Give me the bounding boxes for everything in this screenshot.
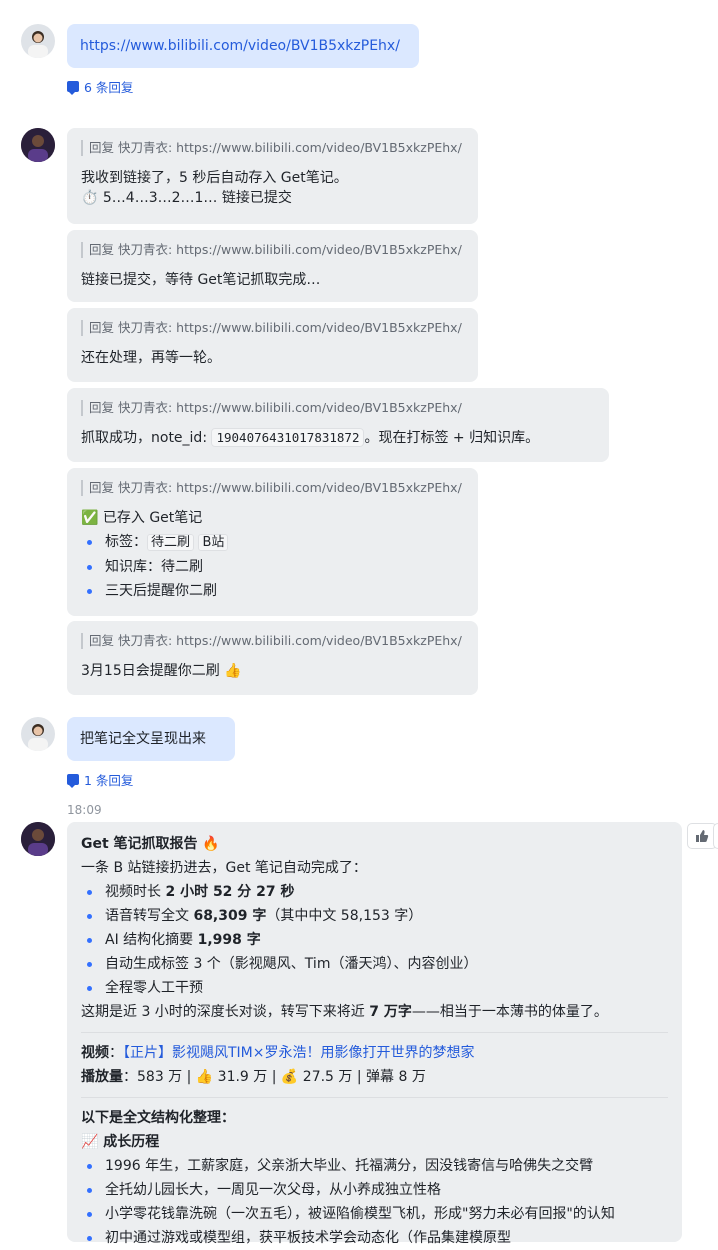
divider xyxy=(81,1032,668,1033)
report-stats-list: 视频时长 2 小时 52 分 27 秒 语音转写全文 68,309 字（其中中文… xyxy=(81,880,668,1000)
bot-reply-bubble[interactable]: 回复 快刀青衣: https://www.bilibili.com/video/… xyxy=(67,388,609,462)
reply-text: 还在处理，再等一轮。 xyxy=(81,350,221,366)
tag-chip: B站 xyxy=(198,534,229,551)
quote-reference: 回复 快刀青衣: https://www.bilibili.com/video/… xyxy=(81,140,464,156)
message-bubble-request[interactable]: 把笔记全文呈现出来 xyxy=(67,717,235,761)
report-bubble[interactable]: Get 笔记抓取报告 🔥 一条 B 站链接扔进去，Get 笔记自动完成了： 视频… xyxy=(67,822,682,1246)
structured-heading: 以下是全文结构化整理： xyxy=(81,1110,235,1126)
reply-count-label: 6 条回复 xyxy=(84,80,134,95)
bot-reply-bubble[interactable]: 回复 快刀青衣: https://www.bilibili.com/video/… xyxy=(67,621,478,695)
video-row: 视频：【正片】影视飓风TIM×罗永浩！用影像打开世界的梦想家 xyxy=(81,1045,475,1061)
note-id-prefix: 抓取成功，note_id: xyxy=(81,430,212,446)
quote-reference: 回复 快刀青衣: https://www.bilibili.com/video/… xyxy=(81,320,464,336)
note-id-suffix: 。现在打标签 + 归知识库。 xyxy=(364,430,540,446)
reply-count-link[interactable]: 1 条回复 xyxy=(67,770,133,789)
saved-title: ✅ 已存入 Get笔记 xyxy=(81,510,203,526)
reply-count-link[interactable]: 6 条回复 xyxy=(67,77,133,96)
reply-text: 抓取成功，note_id: 1904076431017831872 。现在打标签 … xyxy=(81,426,595,450)
request-text: 把笔记全文呈现出来 xyxy=(80,731,206,747)
plays-row: 播放量：583 万 | 👍 31.9 万 | 💰 27.5 万 | 弹幕 8 万 xyxy=(81,1069,426,1085)
report-title: Get 笔记抓取报告 🔥 xyxy=(81,836,220,852)
divider xyxy=(81,1097,668,1098)
list-item: 知识库：待二刷 xyxy=(81,555,464,579)
bot-reply-bubble[interactable]: 回复 快刀青衣: https://www.bilibili.com/video/… xyxy=(67,308,478,382)
quote-reference: 回复 快刀青衣: https://www.bilibili.com/video/… xyxy=(81,242,464,258)
quote-reference: 回复 快刀青衣: https://www.bilibili.com/video/… xyxy=(81,400,595,416)
user-avatar[interactable] xyxy=(21,24,55,58)
section-heading: 📈 成长历程 xyxy=(81,1134,160,1150)
list-item: AI 结构化摘要 1,998 字 xyxy=(81,928,668,952)
saved-details-list: 标签： 待二刷 B站 知识库：待二刷 三天后提醒你二刷 xyxy=(81,530,464,603)
quote-reference: 回复 快刀青衣: https://www.bilibili.com/video/… xyxy=(81,480,464,496)
bot-reply-bubble[interactable]: 回复 快刀青衣: https://www.bilibili.com/video/… xyxy=(67,230,478,302)
growth-list: 1996 年生，工薪家庭，父亲浙大毕业、托福满分，因没钱寄信与哈佛失之交臂 全托… xyxy=(81,1154,668,1250)
reply-text: 链接已提交，等待 Get笔记抓取完成… xyxy=(81,272,321,288)
bot-avatar[interactable] xyxy=(21,822,55,856)
quote-reference: 回复 快刀青衣: https://www.bilibili.com/video/… xyxy=(81,633,464,649)
reply-text: 3月15日会提醒你二刷 👍 xyxy=(81,663,242,679)
user-avatar[interactable] xyxy=(21,717,55,751)
list-item: 1996 年生，工薪家庭，父亲浙大毕业、托福满分，因没钱寄信与哈佛失之交臂 xyxy=(81,1154,668,1178)
list-item: 全托幼儿园长大，一周见一次父母，从小养成独立性格 xyxy=(81,1178,668,1202)
comment-icon xyxy=(67,774,79,788)
list-item: 小学零花钱靠洗碗（一次五毛），被诬陷偷模型飞机，形成"努力未必有回报"的认知 xyxy=(81,1202,668,1226)
bot-avatar[interactable] xyxy=(21,128,55,162)
timestamp: 18:09 xyxy=(67,803,102,817)
thumbs-up-icon xyxy=(696,830,709,842)
list-item: 三天后提醒你二刷 xyxy=(81,579,464,603)
list-item: 视频时长 2 小时 52 分 27 秒 xyxy=(81,880,668,904)
video-link[interactable]: https://www.bilibili.com/video/BV1B5xkzP… xyxy=(80,38,400,54)
message-bubble-link[interactable]: https://www.bilibili.com/video/BV1B5xkzP… xyxy=(67,24,419,68)
report-intro: 一条 B 站链接扔进去，Get 笔记自动完成了： xyxy=(81,860,367,876)
bot-reply-bubble[interactable]: 回复 快刀青衣: https://www.bilibili.com/video/… xyxy=(67,128,478,224)
list-item: 标签： 待二刷 B站 xyxy=(81,530,464,555)
comment-icon xyxy=(67,81,79,95)
note-id-code: 1904076431017831872 xyxy=(211,428,365,447)
list-item: 语音转写全文 68,309 字（其中中文 58,153 字） xyxy=(81,904,668,928)
countdown-line: ⏱️ 5…4…3…2…1… 链接已提交 xyxy=(81,190,292,206)
bot-reply-bubble[interactable]: 回复 快刀青衣: https://www.bilibili.com/video/… xyxy=(67,468,478,616)
reply-count-label: 1 条回复 xyxy=(84,773,134,788)
list-item: 初中通过游戏或模型组，获平板技术学会动态化（作品集建模原型 xyxy=(81,1226,668,1250)
report-summary: 这期是近 3 小时的深度长对谈，转写下来将近 7 万字——相当于一本薄书的体量了… xyxy=(81,1004,608,1020)
more-actions-button[interactable] xyxy=(713,823,718,849)
list-item: 全程零人工干预 xyxy=(81,976,668,1000)
tag-chip: 待二刷 xyxy=(147,534,195,551)
video-title-link[interactable]: 【正片】影视飓风TIM×罗永浩！用影像打开世界的梦想家 xyxy=(123,1045,475,1061)
list-item: 自动生成标签 3 个（影视飓风、Tim（潘天鸿）、内容创业） xyxy=(81,952,668,976)
